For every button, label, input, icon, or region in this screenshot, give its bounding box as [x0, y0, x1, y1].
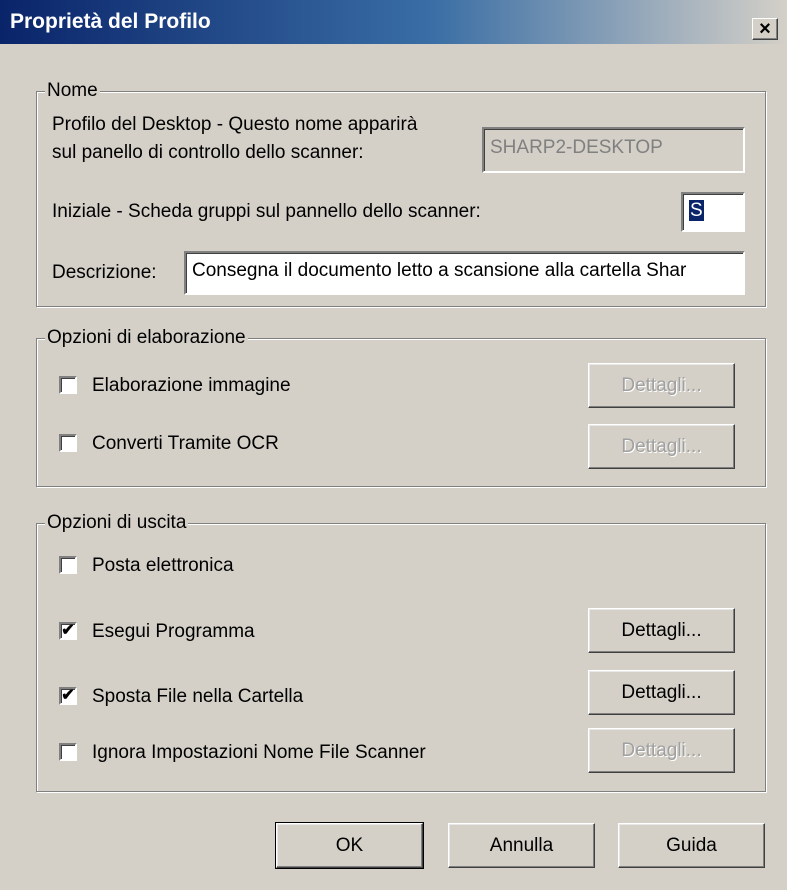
- checkbox-esegui-programma[interactable]: ✔: [59, 622, 77, 640]
- profile-name-label-line2: sul panello di controllo dello scanner:: [52, 142, 364, 163]
- initial-field[interactable]: S: [681, 192, 745, 232]
- label-elaborazione-immagine: Elaborazione immagine: [92, 375, 291, 396]
- label-posta-elettronica: Posta elettronica: [92, 555, 234, 576]
- details-button-sposta-file[interactable]: Dettagli...: [588, 670, 735, 715]
- description-label: Descrizione:: [52, 262, 157, 283]
- ok-button[interactable]: OK: [275, 822, 424, 869]
- details-button-elaborazione-immagine[interactable]: Dettagli...: [588, 363, 735, 408]
- checkbox-posta-elettronica[interactable]: [59, 556, 77, 574]
- initial-field-value: S: [689, 200, 704, 221]
- details-button-converti-ocr[interactable]: Dettagli...: [588, 424, 735, 469]
- checkbox-elaborazione-immagine[interactable]: [59, 376, 77, 394]
- label-sposta-file: Sposta File nella Cartella: [92, 686, 304, 707]
- check-icon: ✔: [61, 622, 75, 639]
- label-converti-ocr: Converti Tramite OCR: [92, 433, 279, 454]
- label-ignora-impostazioni: Ignora Impostazioni Nome File Scanner: [92, 742, 426, 763]
- checkbox-converti-ocr[interactable]: [59, 434, 77, 452]
- profile-name-label-line1: Profilo del Desktop - Questo nome appari…: [52, 114, 418, 135]
- label-esegui-programma: Esegui Programma: [92, 621, 255, 642]
- details-button-esegui-programma[interactable]: Dettagli...: [588, 608, 735, 653]
- close-button[interactable]: ×: [752, 18, 778, 40]
- profile-name-field[interactable]: SHARP2-DESKTOP: [482, 127, 745, 173]
- window-title: Proprietà del Profilo: [10, 10, 211, 33]
- help-button[interactable]: Guida: [618, 823, 765, 868]
- description-field[interactable]: Consegna il documento letto a scansione …: [184, 251, 745, 295]
- checkbox-ignora-impostazioni[interactable]: [59, 743, 77, 761]
- group-uscita-legend: Opzioni di uscita: [45, 512, 189, 534]
- details-button-ignora-impostazioni[interactable]: Dettagli...: [588, 728, 735, 773]
- group-elaborazione-legend: Opzioni di elaborazione: [45, 327, 248, 349]
- cancel-button[interactable]: Annulla: [448, 823, 595, 868]
- check-icon: ✔: [61, 687, 75, 704]
- initial-label: Iniziale - Scheda gruppi sul pannello de…: [52, 201, 481, 222]
- group-nome-legend: Nome: [45, 80, 100, 102]
- title-bar: Proprietà del Profilo ×: [0, 0, 787, 44]
- close-icon: ×: [759, 18, 771, 40]
- checkbox-sposta-file[interactable]: ✔: [59, 687, 77, 705]
